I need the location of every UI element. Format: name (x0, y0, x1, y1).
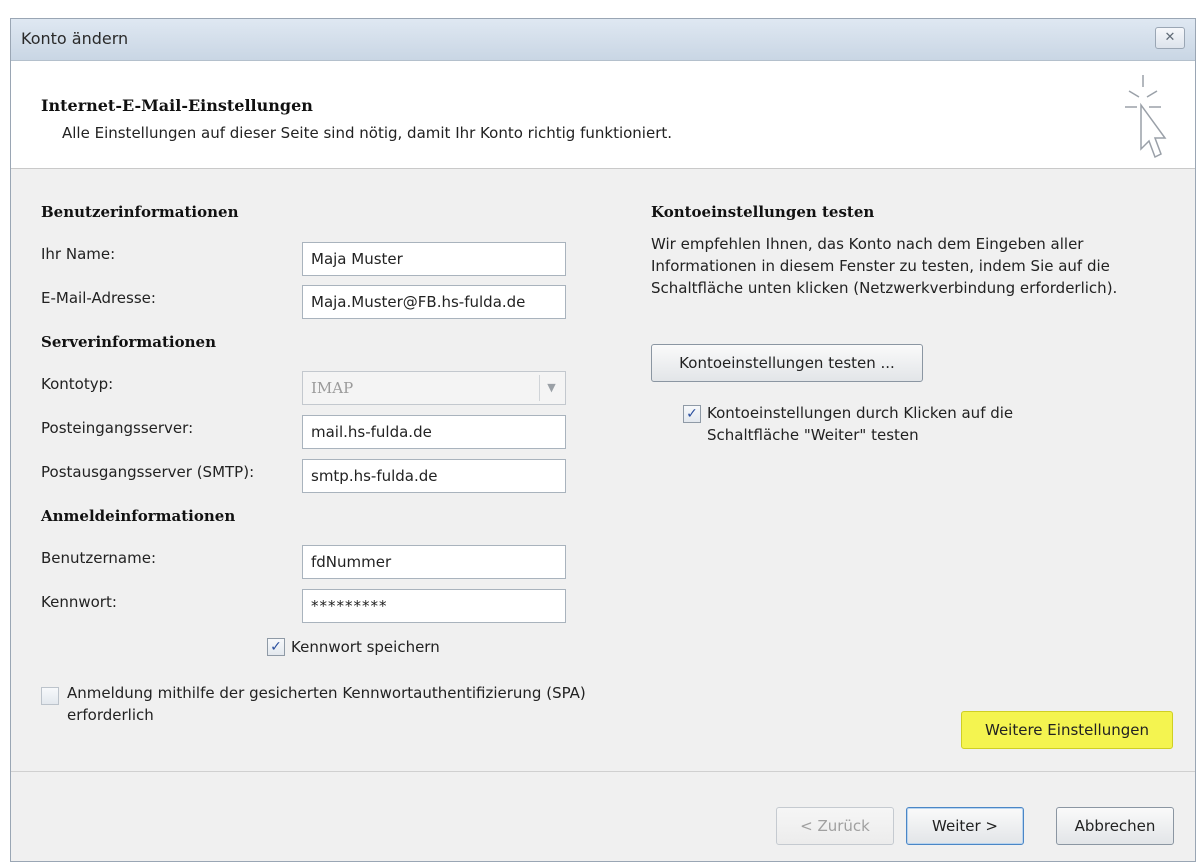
name-input[interactable]: Maja Muster (302, 242, 566, 276)
more-settings-button[interactable]: Weitere Einstellungen (961, 711, 1173, 749)
email-input[interactable]: Maja.Muster@FB.hs-fulda.de (302, 285, 566, 319)
test-description: Wir empfehlen Ihnen, das Konto nach dem … (651, 235, 1118, 297)
spa-checkbox[interactable]: ✓ (41, 687, 59, 705)
cancel-button[interactable]: Abbrechen (1056, 807, 1174, 845)
user-info-heading: Benutzerinformationen (41, 203, 239, 221)
outgoing-server-input[interactable]: smtp.hs-fulda.de (302, 459, 566, 493)
next-button[interactable]: Weiter > (906, 807, 1024, 845)
incoming-server-label: Posteingangsserver: (41, 419, 194, 437)
save-password-checkbox[interactable]: ✓ (267, 638, 285, 656)
page-subtitle: Alle Einstellungen auf dieser Seite sind… (62, 124, 673, 142)
page-title: Internet-E-Mail-Einstellungen (41, 96, 313, 115)
spa-label: Anmeldung mithilfe der gesicherten Kennw… (67, 684, 586, 724)
close-button[interactable]: ✕ (1155, 27, 1185, 49)
test-account-button[interactable]: Kontoeinstellungen testen ... (651, 344, 923, 382)
username-input[interactable]: fdNummer (302, 545, 566, 579)
chevron-down-icon: ▼ (539, 375, 563, 401)
test-on-next-checkbox[interactable]: ✓ (683, 405, 701, 423)
server-info-heading: Serverinformationen (41, 333, 216, 351)
account-dialog: Konto ändern ✕ Internet-E-Mail-Einstellu… (10, 18, 1196, 862)
account-type-select: IMAP ▼ (302, 371, 566, 405)
save-password-label: Kennwort speichern (291, 638, 440, 656)
password-input[interactable]: ********* (302, 589, 566, 623)
back-button[interactable]: < Zurück (776, 807, 894, 845)
test-settings-heading: Kontoeinstellungen testen (651, 203, 875, 221)
outgoing-server-label: Postausgangsserver (SMTP): (41, 463, 255, 481)
title-bar: Konto ändern ✕ (11, 19, 1195, 61)
cursor-sparkle-icon (1125, 75, 1167, 159)
email-label: E-Mail-Adresse: (41, 289, 156, 307)
login-info-heading: Anmeldeinformationen (41, 507, 236, 525)
test-on-next-label: Kontoeinstellungen durch Klicken auf die… (707, 404, 1014, 444)
window-title: Konto ändern (21, 29, 129, 48)
account-type-label: Kontotyp: (41, 375, 114, 393)
password-label: Kennwort: (41, 593, 117, 611)
username-label: Benutzername: (41, 549, 157, 567)
account-type-value: IMAP (311, 379, 354, 397)
name-label: Ihr Name: (41, 245, 116, 263)
wizard-header: Internet-E-Mail-Einstellungen Alle Einst… (11, 61, 1195, 169)
footer-divider (11, 771, 1195, 772)
incoming-server-input[interactable]: mail.hs-fulda.de (302, 415, 566, 449)
